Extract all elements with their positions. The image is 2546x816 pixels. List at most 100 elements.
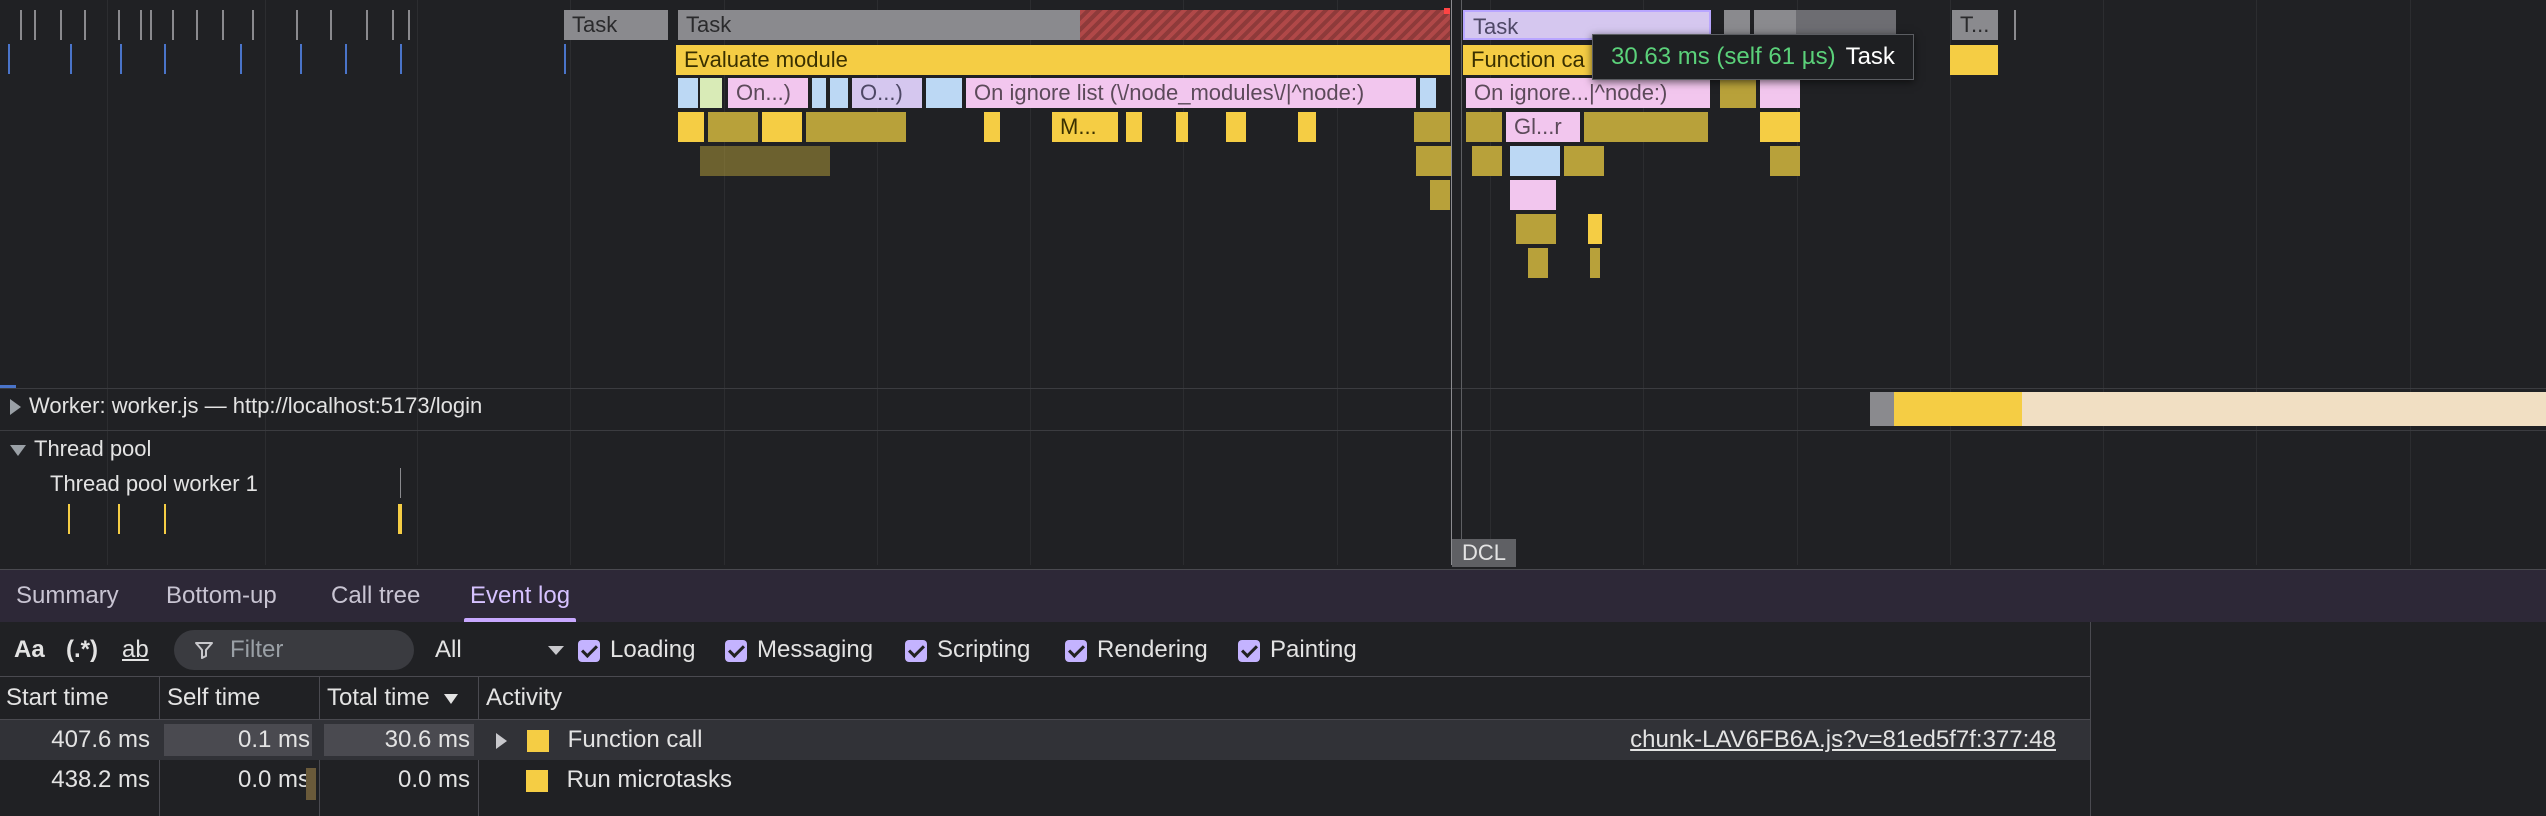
- filter-placeholder: Filter: [230, 636, 284, 663]
- task-tick: [2014, 10, 2016, 40]
- worker-idle-bar[interactable]: [2022, 392, 2546, 426]
- scripting-checkbox[interactable]: Scripting: [905, 622, 1030, 677]
- call-bar[interactable]: [830, 78, 848, 108]
- call-bar[interactable]: [678, 78, 698, 108]
- column-header-start-time[interactable]: Start time: [6, 677, 109, 719]
- loading-label: Loading: [610, 636, 696, 663]
- call-bar[interactable]: [1414, 112, 1450, 142]
- evaluate-module-bar[interactable]: Evaluate module: [676, 45, 1450, 75]
- call-bar[interactable]: [700, 78, 722, 108]
- call-bar[interactable]: M...: [1052, 112, 1118, 142]
- task-bar[interactable]: Task: [678, 10, 1080, 40]
- worker-script-bar[interactable]: [1894, 392, 2022, 426]
- category-select[interactable]: All: [435, 622, 565, 677]
- grid-line: [1950, 0, 1951, 565]
- call-bar[interactable]: [1760, 112, 1800, 142]
- ignore-list-bar[interactable]: On ignore list (\/node_modules\/|^node:): [966, 78, 1416, 108]
- column-header-activity[interactable]: Activity: [486, 677, 562, 719]
- call-bar[interactable]: [1770, 146, 1800, 176]
- call-bar[interactable]: [1760, 78, 1800, 108]
- thread-tick: [164, 504, 166, 534]
- regex-button[interactable]: (.*): [66, 622, 98, 677]
- total-time-cell: 0.0 ms: [397, 766, 470, 793]
- call-bar[interactable]: [708, 112, 758, 142]
- scripting-color-swatch: [527, 729, 549, 752]
- worker-track-label: Worker: worker.js — http://localhost:517…: [29, 393, 483, 418]
- call-bar[interactable]: [1176, 112, 1188, 142]
- call-bar[interactable]: [1510, 146, 1560, 176]
- scripting-label: Scripting: [937, 636, 1031, 663]
- call-bar[interactable]: [678, 112, 704, 142]
- scripting-bar[interactable]: [1950, 45, 1998, 75]
- function-call-bar[interactable]: Function ca: [1463, 45, 1595, 75]
- call-bar[interactable]: [1720, 78, 1756, 108]
- call-bar[interactable]: [1430, 180, 1450, 210]
- track-divider: [0, 430, 2546, 431]
- call-bar[interactable]: O...): [852, 78, 922, 108]
- call-bar[interactable]: [1466, 112, 1502, 142]
- event-log-table: Start time Self time Total time Activity…: [0, 677, 2090, 816]
- dcl-marker[interactable]: DCL: [1452, 539, 1516, 567]
- rendering-checkbox[interactable]: Rendering: [1065, 622, 1208, 677]
- flame-chart[interactable]: Task Task Task T... Evaluate module Func…: [0, 0, 2546, 565]
- call-bar[interactable]: [926, 78, 962, 108]
- filter-input[interactable]: Filter: [174, 630, 414, 670]
- whole-word-button[interactable]: ab: [122, 622, 149, 677]
- call-bar[interactable]: [1584, 112, 1708, 142]
- painting-checkbox[interactable]: Painting: [1238, 622, 1357, 677]
- worker-track-header[interactable]: Worker: worker.js — http://localhost:517…: [10, 393, 482, 419]
- self-time-bar: [306, 768, 316, 800]
- checkbox-icon: [1065, 639, 1087, 662]
- task-bar[interactable]: Task: [564, 10, 668, 40]
- panel-divider: [2090, 622, 2091, 816]
- call-bar[interactable]: [984, 112, 1000, 142]
- call-bar[interactable]: On...): [728, 78, 808, 108]
- tab-call-tree[interactable]: Call tree: [331, 570, 420, 622]
- category-select-value: All: [435, 636, 462, 663]
- call-bar[interactable]: [1472, 146, 1502, 176]
- call-bar[interactable]: [762, 112, 802, 142]
- start-time-cell: 438.2 ms: [51, 766, 150, 793]
- thread-pool-label: Thread pool: [34, 436, 152, 461]
- call-bar[interactable]: [1420, 78, 1436, 108]
- checkbox-icon: [1238, 639, 1260, 662]
- worker-task-bar[interactable]: [1870, 392, 1894, 426]
- call-bar[interactable]: [812, 78, 826, 108]
- flame-tooltip: 30.63 ms (self 61 µs) Task: [1592, 34, 1914, 80]
- ignore-list-bar[interactable]: On ignore...|^node:): [1466, 78, 1710, 108]
- column-header-self-time[interactable]: Self time: [167, 677, 260, 719]
- filter-icon: [195, 642, 213, 659]
- tab-event-log[interactable]: Event log: [463, 570, 577, 622]
- expand-arrow-icon[interactable]: [10, 399, 21, 416]
- match-case-button[interactable]: Aa: [14, 622, 45, 677]
- task-bar[interactable]: T...: [1952, 10, 1998, 40]
- call-bar[interactable]: [1564, 146, 1604, 176]
- call-bar[interactable]: [1416, 146, 1452, 176]
- tooltip-name: Task: [1845, 43, 1895, 70]
- tab-bottom-up[interactable]: Bottom-up: [166, 570, 277, 622]
- call-bar[interactable]: [1588, 214, 1602, 244]
- tab-summary[interactable]: Summary: [16, 570, 119, 622]
- call-bar[interactable]: [1516, 214, 1556, 244]
- loading-checkbox[interactable]: Loading: [578, 622, 695, 677]
- messaging-checkbox[interactable]: Messaging: [725, 622, 873, 677]
- table-row[interactable]: 438.2 ms 0.0 ms 0.0 ms Run microtasks: [0, 760, 2090, 800]
- call-bar[interactable]: [1590, 248, 1600, 278]
- thread-pool-header[interactable]: Thread pool: [10, 436, 151, 462]
- call-bar[interactable]: [1226, 112, 1246, 142]
- table-row[interactable]: 407.6 ms 0.1 ms 30.6 ms Function call ch…: [0, 720, 2090, 760]
- call-bar[interactable]: [1126, 112, 1142, 142]
- source-link[interactable]: chunk-LAV6FB6A.js?v=81ed5f7f:377:48: [1630, 720, 2056, 760]
- grid-line: [2256, 0, 2257, 565]
- call-bar[interactable]: [806, 112, 906, 142]
- painting-label: Painting: [1270, 636, 1357, 663]
- collapse-arrow-icon[interactable]: [10, 444, 26, 456]
- call-bar[interactable]: [700, 146, 830, 176]
- call-bar[interactable]: [1510, 180, 1556, 210]
- activity-name: Function call: [567, 726, 703, 753]
- call-bar[interactable]: [1298, 112, 1316, 142]
- call-bar[interactable]: [1528, 248, 1548, 278]
- column-header-total-time[interactable]: Total time: [327, 677, 459, 719]
- expand-row-icon[interactable]: [496, 732, 507, 749]
- call-bar[interactable]: Gl...r: [1506, 112, 1580, 142]
